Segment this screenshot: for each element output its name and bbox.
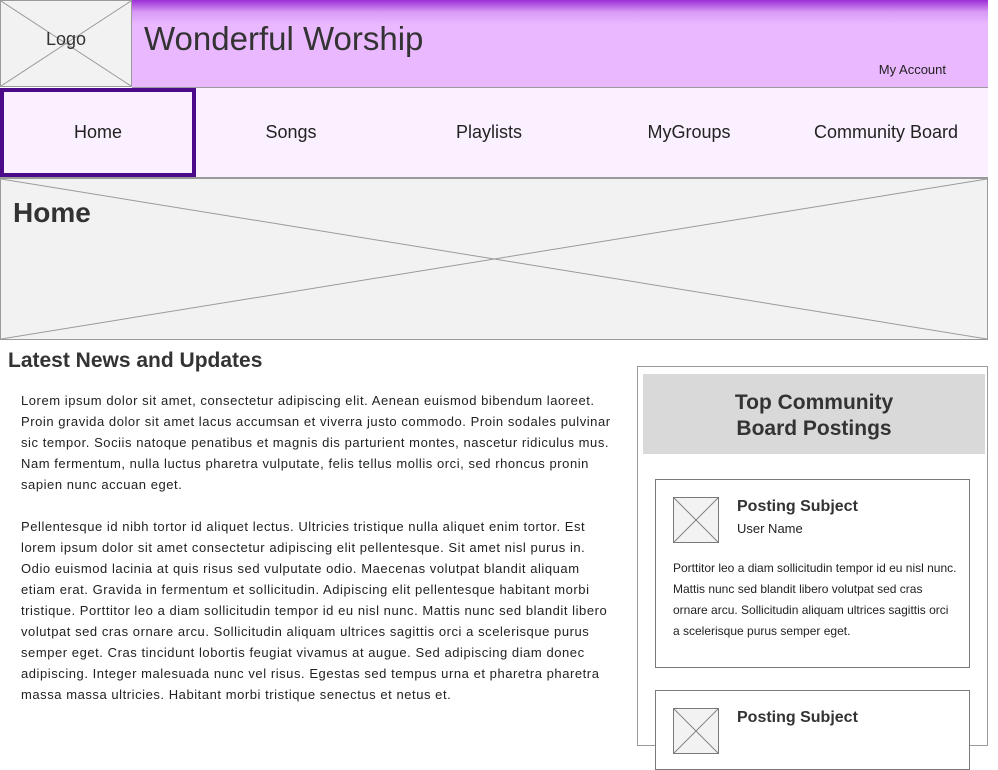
posting-thumbnail <box>673 708 719 754</box>
news-heading: Latest News and Updates <box>8 349 263 372</box>
logo-label: Logo <box>45 29 87 49</box>
hero-image-placeholder: Home <box>0 178 988 340</box>
posting-excerpt: Porttitor leo a diam sollicitudin tempor… <box>673 561 957 638</box>
posting-user-name: User Name <box>737 521 803 536</box>
main-nav: Home Songs Playlists MyGroups Community … <box>0 88 988 178</box>
nav-item-playlists[interactable]: Playlists <box>392 88 586 177</box>
nav-item-mygroups[interactable]: MyGroups <box>592 88 786 177</box>
nav-item-songs[interactable]: Songs <box>196 88 386 177</box>
posting-thumbnail <box>673 497 719 543</box>
my-account-link[interactable]: My Account <box>879 62 946 77</box>
header-banner: Wonderful Worship My Account <box>132 0 988 88</box>
hero-placeholder-cross <box>1 179 987 339</box>
nav-item-home[interactable]: Home <box>0 88 196 177</box>
page-title: Home <box>13 197 91 228</box>
nav-item-community-board[interactable]: Community Board <box>786 88 986 177</box>
community-postings-title: Top Community Board Postings <box>734 391 894 440</box>
thumbnail-placeholder-cross <box>674 498 718 542</box>
news-paragraph: Pellentesque id nibh tortor id aliquet l… <box>21 519 608 702</box>
posting-card[interactable]: Posting Subject <box>655 690 970 770</box>
posting-subject[interactable]: Posting Subject <box>737 498 858 516</box>
posting-subject[interactable]: Posting Subject <box>737 709 858 727</box>
site-title: Wonderful Worship <box>144 20 424 57</box>
logo[interactable]: Logo <box>0 0 132 87</box>
news-paragraph: Lorem ipsum dolor sit amet, consectetur … <box>21 393 611 492</box>
community-postings-panel: Top Community Board Postings Posting Subj… <box>637 366 988 770</box>
community-postings-header: Top Community Board Postings <box>643 374 985 454</box>
posting-card[interactable]: Posting Subject User Name Porttitor leo … <box>655 479 970 668</box>
thumbnail-placeholder-cross <box>674 709 718 753</box>
